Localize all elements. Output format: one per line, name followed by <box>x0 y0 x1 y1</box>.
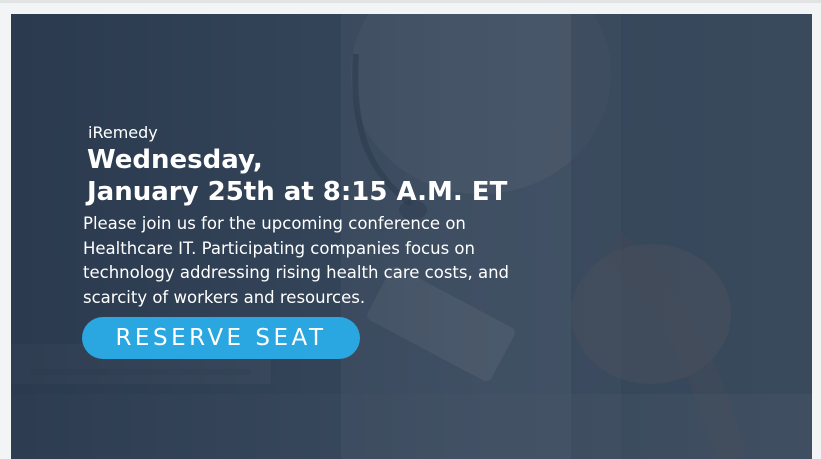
top-border <box>0 0 821 3</box>
event-date-line-1: Wednesday, <box>87 145 263 175</box>
brand-name: iRemedy <box>88 123 158 142</box>
event-date: Wednesday, January 25th at 8:15 A.M. ET <box>87 144 507 208</box>
event-date-line-2: January 25th at 8:15 A.M. ET <box>87 177 508 207</box>
description-line: Healthcare IT. Participating companies f… <box>83 238 475 258</box>
banner-content: iRemedy Wednesday, January 25th at 8:15 … <box>11 14 812 459</box>
event-banner: iRemedy Wednesday, January 25th at 8:15 … <box>11 14 812 459</box>
description-line: scarcity of workers and resources. <box>83 287 366 307</box>
description-line: technology addressing rising health care… <box>83 263 510 282</box>
event-description: Please join us for the upcoming conferen… <box>83 212 523 310</box>
description-line: Please join us for the upcoming conferen… <box>83 214 466 233</box>
reserve-seat-button[interactable]: RESERVE SEAT <box>82 317 360 359</box>
